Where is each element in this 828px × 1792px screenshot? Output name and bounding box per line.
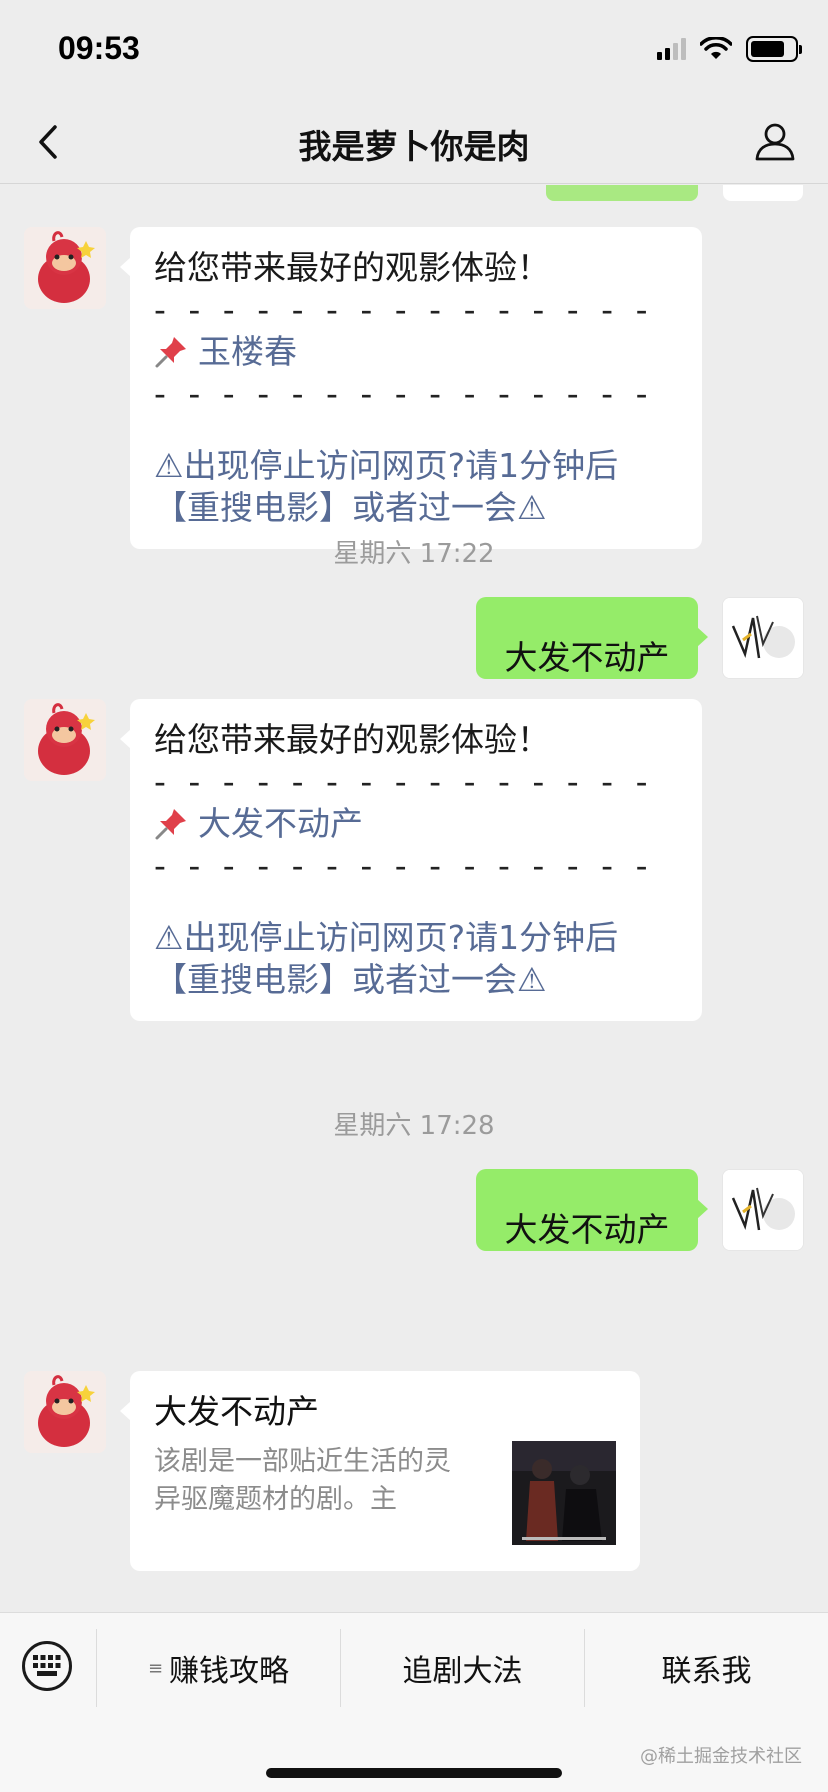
timestamp: 星期六 17:28 (333, 1111, 495, 1141)
menu-item-label: 赚钱攻略 (169, 1654, 290, 1689)
menu-item-contact[interactable]: 联系我 (585, 1629, 828, 1707)
menu-item-money-guide[interactable]: ≡ 赚钱攻略 (97, 1629, 340, 1707)
message-bubble-me[interactable]: 大发不动产 (476, 597, 708, 679)
keyboard-toggle-button[interactable] (22, 1641, 72, 1691)
nav-bar: 我是萝卜你是肉 (0, 100, 828, 184)
pushpin-icon (155, 337, 186, 368)
card-description: 该剧是一部贴近生活的灵异驱魔题材的剧。主 (154, 1446, 451, 1515)
signature-avatar-icon (723, 1170, 803, 1250)
submenu-icon: ≡ (147, 1657, 164, 1679)
chat-title: 我是萝卜你是肉 (298, 127, 530, 166)
menu-item-drama-guide[interactable]: 追剧大法 (341, 1629, 584, 1707)
avatar-partial (723, 185, 803, 201)
menu-item-label: 联系我 (661, 1654, 752, 1689)
bot-avatar[interactable] (24, 227, 106, 309)
status-icons (657, 36, 802, 62)
movie-title-link[interactable]: 大发不动产 (198, 804, 363, 843)
profile-button[interactable] (752, 118, 798, 164)
pushpin-icon (155, 809, 186, 840)
red-duck-avatar-icon (24, 1371, 106, 1453)
keyboard-icon (33, 1655, 61, 1676)
warning-text[interactable]: ⚠出现停止访问网页?请1分钟后【重搜电影】或者过一会⚠ (154, 445, 678, 529)
bot-avatar[interactable] (24, 1371, 106, 1453)
link-card[interactable]: 大发不动产 该剧是一部贴近生活的灵异驱魔题材的剧。主 (120, 1371, 640, 1571)
my-avatar[interactable] (722, 1169, 804, 1251)
watermark: @稀土掘金技术社区 (640, 1746, 802, 1767)
message-bubble-bot[interactable]: 给您带来最好的观影体验！ - - - - - - - - - - - - - -… (120, 699, 702, 1021)
message-bubble-me[interactable]: 大发不动产 (476, 1169, 708, 1251)
dashes-divider: - - - - - - - - - - - - - - - (154, 290, 654, 329)
message-bubble-partial (546, 185, 698, 201)
chat-area[interactable]: 给您带来最好的观影体验！ - - - - - - - - - - - - - -… (0, 185, 828, 1611)
battery-icon (746, 36, 802, 62)
wifi-icon (700, 37, 732, 59)
dashes-divider: - - - - - - - - - - - - - - - (154, 762, 654, 801)
movie-title-link[interactable]: 玉楼春 (198, 332, 297, 371)
red-duck-avatar-icon (24, 699, 106, 781)
status-bar: 09:53 (0, 0, 828, 100)
card-title: 大发不动产 (154, 1392, 319, 1431)
signature-avatar-icon (723, 598, 803, 678)
home-indicator[interactable] (266, 1768, 562, 1778)
dashes-divider: - - - - - - - - - - - - - - - (154, 374, 654, 413)
dashes-divider: - - - - - - - - - - - - - - - (154, 846, 654, 885)
message-text: 给您带来最好的观影体验！ (154, 720, 550, 759)
timestamp: 星期六 17:22 (333, 539, 495, 569)
signal-icon (657, 38, 686, 60)
red-duck-avatar-icon (24, 227, 106, 309)
warning-text[interactable]: ⚠出现停止访问网页?请1分钟后【重搜电影】或者过一会⚠ (154, 917, 678, 1001)
menu-item-label: 追剧大法 (402, 1654, 523, 1689)
message-bubble-bot[interactable]: 给您带来最好的观影体验！ - - - - - - - - - - - - - -… (120, 227, 702, 549)
status-time: 09:53 (58, 30, 140, 66)
card-thumbnail (512, 1441, 616, 1545)
bot-avatar[interactable] (24, 699, 106, 781)
message-text: 给您带来最好的观影体验！ (154, 248, 550, 287)
person-icon (755, 123, 795, 161)
my-avatar[interactable] (722, 597, 804, 679)
